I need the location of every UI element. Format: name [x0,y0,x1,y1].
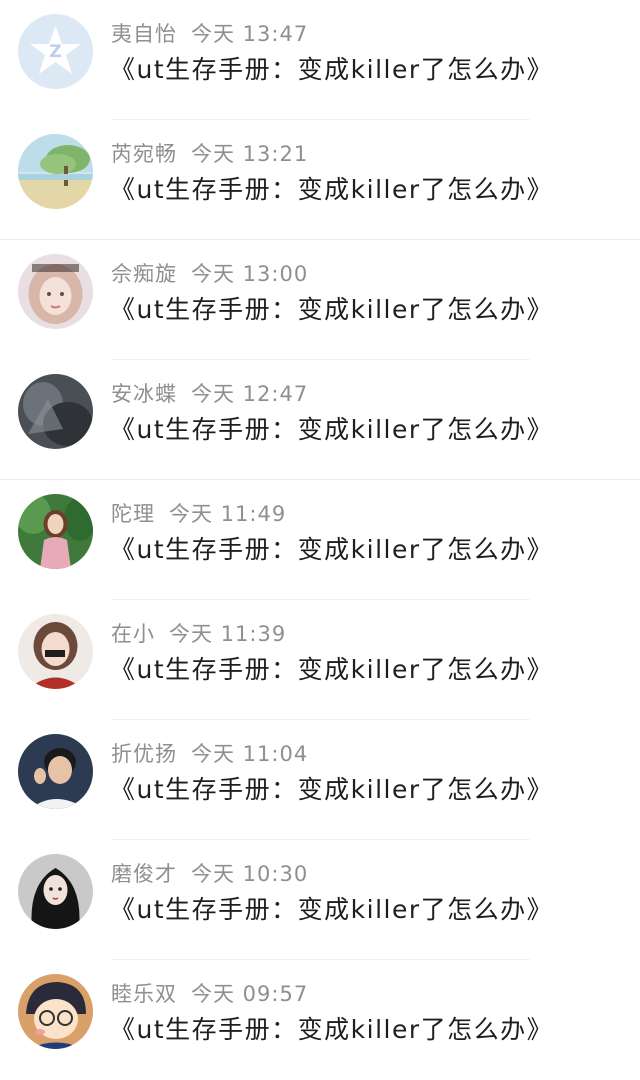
message-row[interactable]: 芮宛畅 今天 13:21 《ut生存手册：变成killer了怎么办》 [0,120,640,240]
timestamp: 今天 10:30 [191,862,309,886]
message-text[interactable]: 《ut生存手册：变成killer了怎么办》 [110,52,553,88]
sender-name[interactable]: 在小 [111,622,155,646]
message-row[interactable]: Z 夷自怡 今天 13:47 《ut生存手册：变成killer了怎么办》 [0,0,640,120]
message-meta: 芮宛畅 今天 13:21 [111,140,308,168]
girl-portrait-avatar-icon[interactable] [18,254,93,329]
sender-name[interactable]: 夷自怡 [111,22,177,46]
sender-name[interactable]: 芮宛畅 [111,142,177,166]
message-text[interactable]: 《ut生存手册：变成killer了怎么办》 [110,172,553,208]
timestamp: 今天 12:47 [191,382,309,406]
boy-portrait-avatar-icon[interactable] [18,734,93,809]
message-text[interactable]: 《ut生存手册：变成killer了怎么办》 [110,892,553,928]
message-meta: 磨俊才 今天 10:30 [111,860,308,888]
dark-photo-avatar-icon[interactable] [18,374,93,449]
message-row[interactable]: 陀理 今天 11:49 《ut生存手册：变成killer了怎么办》 [0,480,640,600]
message-list: Z 夷自怡 今天 13:47 《ut生存手册：变成killer了怎么办》 芮宛畅今… [0,0,640,1067]
timestamp: 今天 11:04 [191,742,309,766]
message-row[interactable]: 折优扬 今天 11:04 《ut生存手册：变成killer了怎么办》 [0,720,640,840]
message-row[interactable]: 睦乐双 今天 09:57 《ut生存手册：变成killer了怎么办》 [0,960,640,1080]
message-text[interactable]: 《ut生存手册：变成killer了怎么办》 [110,1012,553,1048]
cartoon-boy-glasses-avatar-icon[interactable] [18,974,93,1049]
message-meta: 佘痴旋 今天 13:00 [111,260,308,288]
message-row[interactable]: 佘痴旋 今天 13:00 《ut生存手册：变成killer了怎么办》 [0,240,640,360]
landscape-tree-avatar-icon[interactable] [18,134,93,209]
message-row[interactable]: 安冰蝶 今天 12:47 《ut生存手册：变成killer了怎么办》 [0,360,640,480]
message-text[interactable]: 《ut生存手册：变成killer了怎么办》 [110,652,553,688]
girl-red-avatar-icon[interactable] [18,614,93,689]
message-meta: 夷自怡 今天 13:47 [111,20,308,48]
timestamp: 今天 13:00 [191,262,309,286]
girl-outdoor-avatar-icon[interactable] [18,494,93,569]
message-meta: 在小 今天 11:39 [111,620,286,648]
default-blue-avatar-icon[interactable]: Z [18,14,93,89]
message-row[interactable]: 磨俊才 今天 10:30 《ut生存手册：变成killer了怎么办》 [0,840,640,960]
message-meta: 睦乐双 今天 09:57 [111,980,308,1008]
message-row[interactable]: 在小 今天 11:39 《ut生存手册：变成killer了怎么办》 [0,600,640,720]
sender-name[interactable]: 折优扬 [111,742,177,766]
sender-name[interactable]: 磨俊才 [111,862,177,886]
message-text[interactable]: 《ut生存手册：变成killer了怎么办》 [110,292,553,328]
message-meta: 折优扬 今天 11:04 [111,740,308,768]
timestamp: 今天 11:39 [169,622,287,646]
message-text[interactable]: 《ut生存手册：变成killer了怎么办》 [110,412,553,448]
sender-name[interactable]: 佘痴旋 [111,262,177,286]
sender-name[interactable]: 睦乐双 [111,982,177,1006]
message-text[interactable]: 《ut生存手册：变成killer了怎么办》 [110,772,553,808]
message-meta: 安冰蝶 今天 12:47 [111,380,308,408]
timestamp: 今天 09:57 [191,982,309,1006]
dark-hair-girl-avatar-icon[interactable] [18,854,93,929]
timestamp: 今天 13:21 [191,142,309,166]
svg-text:Z: Z [49,42,61,62]
timestamp: 今天 11:49 [169,502,287,526]
sender-name[interactable]: 安冰蝶 [111,382,177,406]
timestamp: 今天 13:47 [191,22,309,46]
message-meta: 陀理 今天 11:49 [111,500,286,528]
message-text[interactable]: 《ut生存手册：变成killer了怎么办》 [110,532,553,568]
sender-name[interactable]: 陀理 [111,502,155,526]
